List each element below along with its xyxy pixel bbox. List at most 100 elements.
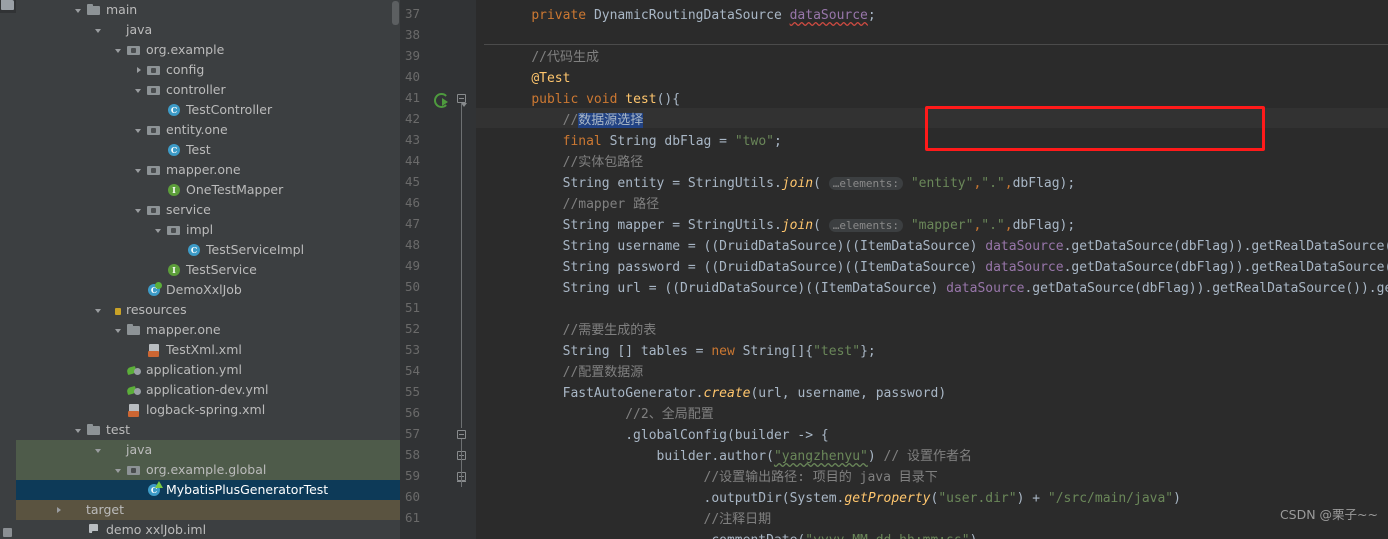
code-token: join: [781, 218, 814, 233]
editor-gutter[interactable]: 37 38 39 40 41 42 43 44 45 46 47 48 49 50 51 52 53 54 55 56…: [400, 0, 476, 539]
code-line-39[interactable]: //代码生成: [500, 48, 599, 68]
tree-item-service[interactable]: service: [16, 200, 400, 220]
tree-item-onetestmapper[interactable]: I OneTestMapper: [16, 180, 400, 200]
tree-item-mapper-one[interactable]: mapper.one: [16, 160, 400, 180]
tree-item-test[interactable]: test: [16, 420, 400, 440]
tree-item-org-example[interactable]: org.example: [16, 40, 400, 60]
tree-item-impl[interactable]: impl: [16, 220, 400, 240]
code-fold-marker-57[interactable]: [457, 430, 466, 439]
iface-icon: I: [167, 183, 181, 197]
tree-item-testservice[interactable]: I TestService: [16, 260, 400, 280]
tree-item-java[interactable]: java: [16, 20, 400, 40]
watermark-label: CSDN @栗子~~: [1279, 507, 1378, 522]
code-line-62[interactable]: .commentDate("yyyy-MM-dd hh:mm:ss"): [500, 531, 978, 539]
chevron-down-icon[interactable]: [114, 465, 125, 476]
chevron-right-icon[interactable]: [54, 505, 65, 516]
chevron-down-icon[interactable]: [134, 165, 145, 176]
code-line-43[interactable]: final String dbFlag = "two";: [500, 132, 782, 152]
chevron-down-icon[interactable]: [94, 25, 105, 36]
code-line-42[interactable]: //数据源选择: [500, 111, 644, 131]
code-line-55[interactable]: FastAutoGenerator.create(url, username, …: [500, 384, 947, 404]
tree-item-demo-xxljob-iml[interactable]: demo xxlJob.iml: [16, 520, 400, 539]
chevron-down-icon[interactable]: [154, 225, 165, 236]
chevron-down-icon[interactable]: [134, 85, 145, 96]
tree-item-testxml-xml[interactable]: TestXml.xml: [16, 340, 400, 360]
code-line-53[interactable]: String [] tables = new String[]{"test"};: [500, 342, 876, 362]
tree-item-test[interactable]: C Test: [16, 140, 400, 160]
code-line-48[interactable]: String username = ((DruidDataSource)((It…: [500, 237, 1388, 257]
module-icon[interactable]: [3, 528, 12, 537]
tree-item-logback-spring-xml[interactable]: logback-spring.xml: [16, 400, 400, 420]
code-token: ,: [1004, 176, 1013, 191]
tree-item-resources[interactable]: resources: [16, 300, 400, 320]
code-line-37[interactable]: private DynamicRoutingDataSource dataSou…: [500, 6, 875, 26]
code-token: dataSource: [985, 260, 1064, 275]
chevron-down-icon[interactable]: [114, 325, 125, 336]
tree-item-config[interactable]: config: [16, 60, 400, 80]
code-line-52[interactable]: //需要生成的表: [500, 321, 657, 341]
tree-item-testserviceimpl[interactable]: C TestServiceImpl: [16, 240, 400, 260]
line-number-45: 45: [404, 174, 420, 189]
chevron-down-icon[interactable]: [94, 445, 105, 456]
code-line-44[interactable]: //实体包路径: [500, 153, 644, 173]
code-fold-marker-41[interactable]: [457, 94, 467, 107]
tree-item-mybatisplusgeneratortest[interactable]: C MybatisPlusGeneratorTest: [16, 480, 400, 500]
chevron-down-icon[interactable]: [74, 425, 85, 436]
tree-item-testcontroller[interactable]: C TestController: [16, 100, 400, 120]
code-token: ): [1173, 491, 1181, 506]
code-token: 数据源选择: [578, 113, 644, 128]
tree-item-label: TestServiceImpl: [206, 242, 305, 257]
code-line-40[interactable]: @Test: [500, 69, 570, 89]
line-number-51: 51: [404, 300, 420, 315]
code-line-58[interactable]: builder.author("yangzhenyu") // 设置作者名: [500, 447, 972, 467]
tree-item-target[interactable]: target: [16, 500, 400, 520]
line-number-53: 53: [404, 342, 420, 357]
code-line-56[interactable]: //2、全局配置: [500, 405, 713, 425]
code-line-45[interactable]: String entity = StringUtils.join( …eleme…: [500, 174, 1076, 194]
code-line-54[interactable]: //配置数据源: [500, 363, 644, 383]
code-line-57[interactable]: .globalConfig(builder -> {: [500, 426, 829, 446]
code-line-47[interactable]: String mapper = StringUtils.join( …eleme…: [500, 216, 1076, 236]
project-tree-panel[interactable]: main java org.example config controller C Test…: [16, 0, 400, 539]
tree-item-java[interactable]: java: [16, 440, 400, 460]
tree-item-org-example-global[interactable]: org.example.global: [16, 460, 400, 480]
yml-icon: [127, 383, 141, 397]
chevron-down-icon[interactable]: [94, 305, 105, 316]
project-folder-icon[interactable]: [1, 0, 14, 10]
tree-item-application-dev-yml[interactable]: application-dev.yml: [16, 380, 400, 400]
code-line-50[interactable]: String url = ((DruidDataSource)((ItemDat…: [500, 279, 1388, 299]
tree-item-mapper-one[interactable]: mapper.one: [16, 320, 400, 340]
code-token: test: [625, 92, 657, 107]
line-number-42: 42: [404, 111, 420, 126]
code-text-area[interactable]: private DynamicRoutingDataSource dataSou…: [476, 0, 1388, 539]
code-token: mapper = StringUtils.: [617, 218, 782, 233]
code-line-60[interactable]: .outputDir(System.getProperty("user.dir"…: [500, 489, 1181, 509]
chevron-down-icon[interactable]: [74, 5, 85, 16]
code-line-46[interactable]: //mapper 路径: [500, 195, 659, 215]
tree-item-label: service: [166, 202, 211, 217]
run-test-icon[interactable]: [434, 93, 449, 108]
cls-icon: C: [167, 103, 181, 117]
chevron-right-icon[interactable]: [134, 65, 145, 76]
code-token: entity = StringUtils.: [617, 176, 782, 191]
tree-item-entity-one[interactable]: entity.one: [16, 120, 400, 140]
code-line-59[interactable]: //设置输出路径: 项目的 java 目录下: [500, 468, 938, 488]
code-line-49[interactable]: String password = ((DruidDataSource)((It…: [500, 258, 1388, 278]
code-token: String: [562, 239, 618, 254]
tree-item-demoxxljob[interactable]: C DemoXxlJob: [16, 280, 400, 300]
chevron-down-icon[interactable]: [114, 45, 125, 56]
code-token: getProperty: [844, 491, 931, 506]
tree-item-main[interactable]: main: [16, 0, 400, 20]
chevron-down-icon[interactable]: [134, 205, 145, 216]
code-line-41[interactable]: public void test(){: [500, 90, 680, 110]
code-line-61[interactable]: //注释日期: [500, 510, 772, 530]
chevron-down-icon[interactable]: [134, 125, 145, 136]
tree-item-controller[interactable]: controller: [16, 80, 400, 100]
tree-item-application-yml[interactable]: application.yml: [16, 360, 400, 380]
code-editor[interactable]: 37 38 39 40 41 42 43 44 45 46 47 48 49 50 51 52 53 54 55 56…: [400, 0, 1388, 539]
